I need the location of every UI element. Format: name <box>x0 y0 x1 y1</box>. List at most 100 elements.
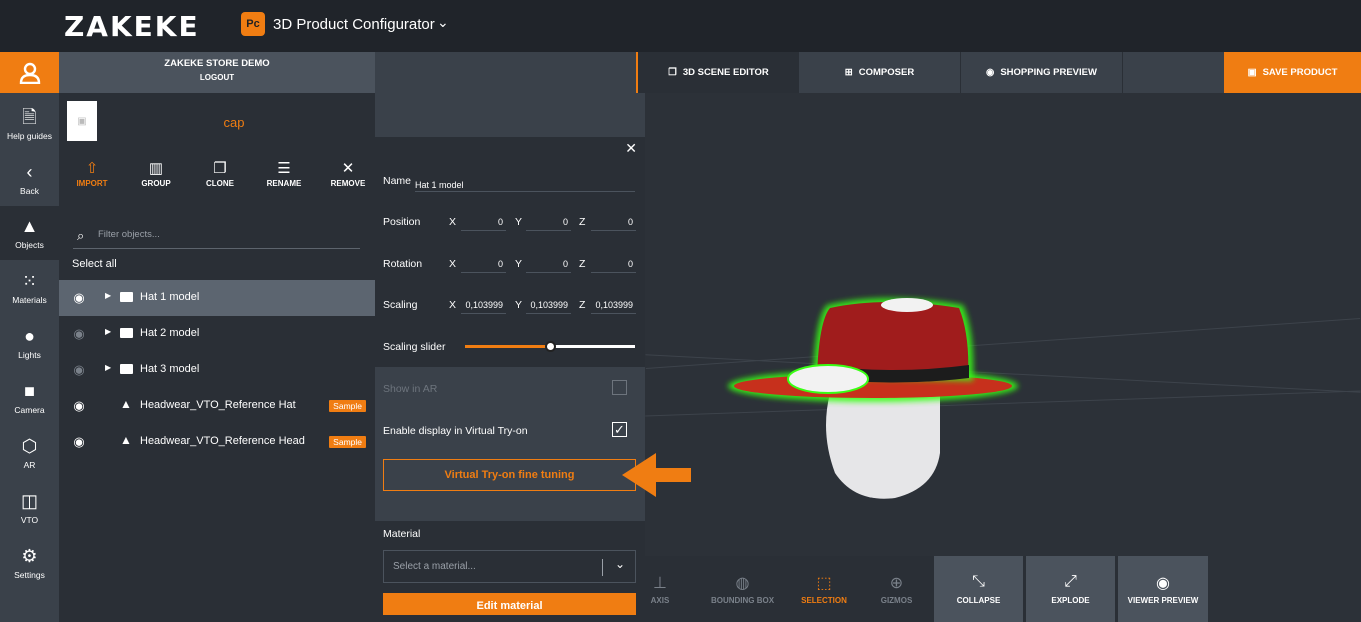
vto-fine-tuning-button[interactable]: Virtual Try-on fine tuning <box>383 459 636 491</box>
tab-3d-scene-editor[interactable]: ❐ 3D SCENE EDITOR <box>636 52 799 93</box>
position-x-field[interactable]: 0 <box>461 217 506 231</box>
chevron-down-icon[interactable]: ⌄ <box>437 14 449 31</box>
chevron-down-icon: ⌄ <box>614 557 625 571</box>
logout-link[interactable]: LOGOUT <box>59 73 375 82</box>
eye-icon: ◉ <box>986 67 995 78</box>
object-row-hat-3[interactable]: ◉ ▶ Hat 3 model <box>59 352 375 388</box>
axis-label: Z <box>579 299 586 311</box>
object-row-reference-hat[interactable]: ◉ ▲ Headwear_VTO_Reference Hat Sample <box>59 388 375 424</box>
caret-right-icon[interactable]: ▶ <box>105 327 111 336</box>
rail-ar[interactable]: ⬡ AR <box>0 426 59 480</box>
object-thumbnail[interactable]: ▣ <box>67 101 97 141</box>
panel-header-filler <box>375 93 645 137</box>
tab-shopping-preview[interactable]: ◉ SHOPPING PREVIEW <box>961 52 1123 93</box>
scaling-slider[interactable] <box>465 341 635 352</box>
object-row-reference-head[interactable]: ◉ ▲ Headwear_VTO_Reference Head Sample <box>59 424 375 460</box>
clone-icon: ❐ <box>213 160 227 177</box>
app-title[interactable]: 3D Product Configurator <box>273 16 435 33</box>
collapse-button[interactable]: ⤡ COLLAPSE <box>934 556 1023 622</box>
viewer-preview-button[interactable]: ◉ VIEWER PREVIEW <box>1118 556 1208 622</box>
edit-material-button[interactable]: Edit material <box>383 593 636 615</box>
object-row-hat-2[interactable]: ◉ ▶ Hat 2 model <box>59 316 375 352</box>
object-toolbar: ⇧ IMPORT ▥ GROUP ❐ CLONE ☰ RENAME ✕ REMO… <box>67 160 373 190</box>
rotation-y-field[interactable]: 0 <box>526 259 571 273</box>
eye-icon[interactable]: ◉ <box>71 290 87 306</box>
name-field[interactable]: Hat 1 model <box>415 180 635 192</box>
object-row-hat-1[interactable]: ◉ ▶ Hat 1 model <box>59 280 375 316</box>
scaling-z-field[interactable]: 0,103999 <box>591 300 636 314</box>
save-icon: ▣ <box>1247 67 1257 78</box>
rail-objects[interactable]: ▲ Objects <box>0 206 59 260</box>
chevron-left-icon: ‹ <box>26 162 33 182</box>
vto-label: Enable display in Virtual Try-on <box>383 425 528 437</box>
editor-tabs: ❐ 3D SCENE EDITOR ⊞ COMPOSER ◉ SHOPPING … <box>375 52 1361 93</box>
material-select[interactable]: Select a material... ⌄ <box>383 550 636 583</box>
slider-fill <box>465 345 550 348</box>
explode-button[interactable]: ⤢ EXPLODE <box>1026 556 1115 622</box>
remove-button[interactable]: ✕ REMOVE <box>323 160 373 190</box>
rail-materials[interactable]: ⁙ Materials <box>0 261 59 315</box>
axis-label: Z <box>579 258 586 270</box>
select-all[interactable]: Select all <box>72 258 117 270</box>
rotation-z-field[interactable]: 0 <box>591 259 636 273</box>
vto-checkbox[interactable]: ✓ <box>612 422 627 437</box>
group-icon: ▥ <box>148 160 164 177</box>
caret-right-icon[interactable]: ▶ <box>105 291 111 300</box>
folder-icon <box>120 364 133 374</box>
rail-vto[interactable]: ◫ VTO <box>0 481 59 535</box>
mesh-icon: ▲ <box>120 397 132 411</box>
scaling-y-field[interactable]: 0,103999 <box>526 300 571 314</box>
gizmos-icon: ⊕ <box>889 575 904 592</box>
caret-right-icon[interactable]: ▶ <box>105 363 111 372</box>
3d-viewport[interactable] <box>645 93 1361 622</box>
axis-label: X <box>449 258 457 270</box>
axis-button[interactable]: ⊥ AXIS <box>645 556 675 622</box>
scaling-x-field[interactable]: 0,103999 <box>461 300 506 314</box>
gear-icon: ⚙ <box>21 546 38 566</box>
store-name: ZAKEKE STORE DEMO <box>164 58 270 69</box>
position-z-field[interactable]: 0 <box>591 217 636 231</box>
import-button[interactable]: ⇧ IMPORT <box>67 160 117 190</box>
layers-icon: ❐ <box>668 67 677 78</box>
close-icon[interactable]: ✕ <box>625 140 637 157</box>
eye-icon[interactable]: ◉ <box>71 434 87 450</box>
collapse-icon: ⤡ <box>972 573 985 590</box>
folder-icon <box>120 292 133 302</box>
scaling-label: Scaling <box>383 299 418 311</box>
rename-icon: ☰ <box>277 160 291 177</box>
gizmos-button[interactable]: ⊕ GIZMOS <box>869 556 924 622</box>
group-button[interactable]: ▥ GROUP <box>131 160 181 190</box>
eye-off-icon[interactable]: ◉ <box>71 326 87 342</box>
position-y-field[interactable]: 0 <box>526 217 571 231</box>
selection-button[interactable]: ⬚ SELECTION <box>793 556 855 622</box>
hat-model[interactable] <box>645 93 1361 622</box>
store-header: ZAKEKE STORE DEMO LOGOUT <box>59 52 375 93</box>
eye-off-icon[interactable]: ◉ <box>71 362 87 378</box>
composer-icon: ⊞ <box>844 67 853 78</box>
rail-lights[interactable]: ● Lights <box>0 316 59 370</box>
clone-button[interactable]: ❐ CLONE <box>195 160 245 190</box>
slider-handle[interactable] <box>545 341 556 352</box>
save-product-button[interactable]: ▣ SAVE PRODUCT <box>1224 52 1361 93</box>
head-mesh <box>826 393 940 499</box>
rename-button[interactable]: ☰ RENAME <box>259 160 309 190</box>
axis-icon: ⊥ <box>653 575 667 592</box>
folder-icon <box>120 328 133 338</box>
show-in-ar-checkbox[interactable] <box>612 380 627 395</box>
rail-settings[interactable]: ⚙ Settings <box>0 536 59 590</box>
axis-label: X <box>449 299 457 311</box>
user-icon[interactable] <box>0 52 65 93</box>
rotation-x-field[interactable]: 0 <box>461 259 506 273</box>
bounding-box-button[interactable]: ◍ BOUNDING BOX <box>705 556 780 622</box>
object-name[interactable]: cap <box>119 115 349 130</box>
app-icon: Pc <box>241 12 265 36</box>
viewport-toolbar: ⊥ AXIS ◍ BOUNDING BOX ⬚ SELECTION ⊕ GIZM… <box>645 556 1208 622</box>
tab-composer[interactable]: ⊞ COMPOSER <box>799 52 961 93</box>
rail-camera[interactable]: ■ Camera <box>0 371 59 425</box>
rail-back[interactable]: ‹ Back <box>0 152 59 206</box>
eye-icon[interactable]: ◉ <box>71 398 87 414</box>
filter-input[interactable] <box>98 229 348 240</box>
document-icon: 🗎 <box>22 107 37 127</box>
rail-help-guides[interactable]: 🗎 Help guides <box>0 97 59 151</box>
cube-icon: ⬡ <box>21 436 38 456</box>
